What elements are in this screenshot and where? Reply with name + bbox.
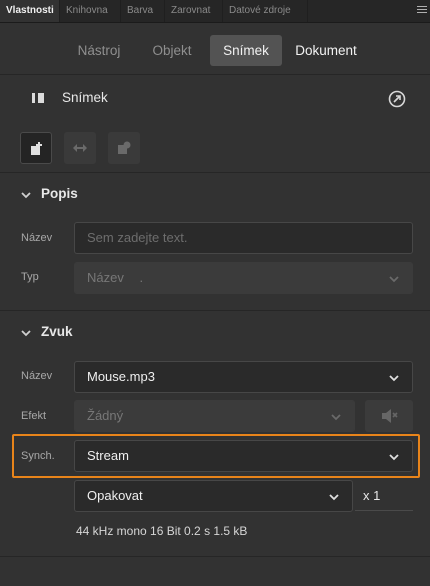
- divider: [0, 74, 430, 75]
- chevron-down-icon: [389, 454, 399, 461]
- type-label: Typ: [21, 271, 39, 283]
- tab-object[interactable]: Objekt: [140, 35, 204, 66]
- tween-icon: [73, 144, 87, 152]
- divider: [0, 172, 430, 173]
- chevron-down-icon: [331, 414, 341, 421]
- panel-tab-color[interactable]: Barva: [121, 0, 165, 22]
- add-frame-button[interactable]: [20, 132, 52, 164]
- loop-value: Opakovat: [87, 488, 143, 503]
- add-frame-icon: [31, 142, 42, 155]
- name-input[interactable]: Sem zadejte text.: [74, 222, 413, 254]
- divider: [0, 310, 430, 311]
- sync-select[interactable]: Stream: [74, 440, 413, 472]
- effect-label: Efekt: [21, 410, 47, 422]
- section-heading-zvuk[interactable]: Zvuk: [41, 324, 73, 339]
- type-value: Název: [87, 270, 124, 285]
- sync-value: Stream: [87, 448, 129, 463]
- name-label: Název: [21, 232, 53, 244]
- panel-menu-icon[interactable]: [417, 6, 427, 15]
- tween-button[interactable]: [64, 132, 96, 164]
- panel-tab-properties[interactable]: Vlastnosti: [0, 0, 60, 22]
- effect-value: Žádný: [87, 408, 124, 423]
- type-select[interactable]: Název .: [74, 262, 413, 294]
- tab-frame[interactable]: Snímek: [210, 35, 282, 66]
- sound-value: Mouse.mp3: [87, 369, 155, 384]
- loop-count-underline: [355, 510, 413, 511]
- sound-info: 44 kHz mono 16 Bit 0.2 s 1.5 kB: [76, 524, 248, 538]
- external-link-icon[interactable]: [388, 90, 406, 113]
- panel-tab-align[interactable]: Zarovnat: [165, 0, 223, 22]
- chevron-down-icon: [389, 375, 399, 382]
- section-heading-popis[interactable]: Popis: [41, 186, 78, 201]
- edit-effect-button[interactable]: [365, 400, 413, 432]
- chevron-down-icon: [389, 276, 399, 283]
- type-suffix: .: [139, 270, 144, 285]
- chevron-down-icon[interactable]: [20, 327, 32, 339]
- chevron-down-icon: [329, 494, 339, 501]
- chevron-down-icon[interactable]: [20, 189, 32, 201]
- panel-title: Snímek: [62, 90, 108, 105]
- effect-select[interactable]: Žádný: [74, 400, 355, 432]
- speaker-icon: [382, 409, 398, 423]
- panel-tab-library[interactable]: Knihovna: [60, 0, 121, 22]
- frame-effect-button[interactable]: [108, 132, 140, 164]
- sync-label: Synch.: [21, 450, 55, 462]
- frame-icon: [32, 93, 44, 103]
- divider: [0, 556, 430, 557]
- frame-effect-icon: [118, 141, 131, 154]
- loop-select[interactable]: Opakovat: [74, 480, 353, 512]
- panel-tab-data-sources[interactable]: Datové zdroje: [223, 0, 308, 22]
- loop-count-input[interactable]: x 1: [363, 488, 380, 503]
- sound-name-label: Název: [21, 370, 53, 382]
- tab-document[interactable]: Dokument: [288, 35, 364, 66]
- panel-tab-bar: Vlastnosti Knihovna Barva Zarovnat Datov…: [0, 0, 430, 23]
- sound-select[interactable]: Mouse.mp3: [74, 361, 413, 393]
- tab-tool[interactable]: Nástroj: [66, 35, 132, 66]
